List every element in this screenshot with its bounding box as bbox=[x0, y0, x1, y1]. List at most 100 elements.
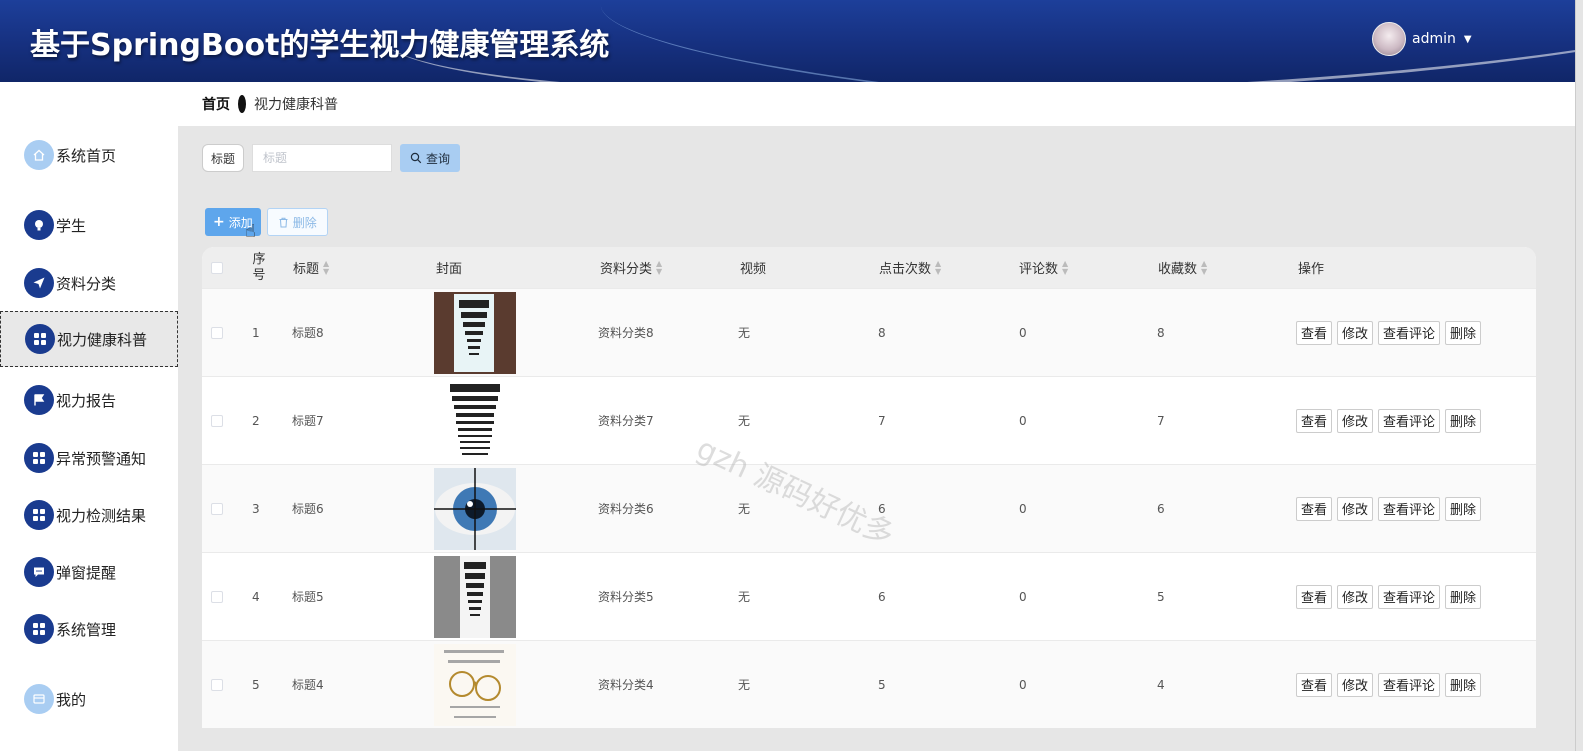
row-actions: 查看 修改 查看评论 删除 bbox=[1296, 289, 1486, 376]
sidebar-item-vision-science[interactable]: 视力健康科普 bbox=[0, 311, 178, 367]
search-input[interactable] bbox=[252, 144, 393, 172]
edit-button[interactable]: 修改 bbox=[1337, 672, 1374, 697]
header-clicks[interactable]: 点击次数 ▲ ▼ bbox=[879, 247, 941, 288]
sort-icon[interactable]: ▲ ▼ bbox=[935, 259, 941, 276]
row-comments: 0 bbox=[1019, 325, 1027, 340]
edit-button[interactable]: 修改 bbox=[1337, 320, 1374, 345]
row-favorites: 4 bbox=[1157, 677, 1165, 692]
row-actions: 查看 修改 查看评论 删除 bbox=[1296, 641, 1486, 728]
edit-button[interactable]: 修改 bbox=[1337, 408, 1374, 433]
row-checkbox[interactable] bbox=[211, 289, 223, 376]
row-checkbox[interactable] bbox=[211, 465, 223, 552]
breadcrumb: 首页 视力健康科普 bbox=[178, 82, 1575, 126]
view-comments-button[interactable]: 查看评论 bbox=[1378, 584, 1441, 609]
sidebar-item-vision-result[interactable]: 视力检测结果 bbox=[0, 487, 178, 543]
chevron-down-icon[interactable]: ▼ bbox=[1464, 34, 1472, 45]
query-button[interactable]: 查询 bbox=[400, 144, 461, 172]
header-favorites[interactable]: 收藏数 ▲ ▼ bbox=[1158, 247, 1207, 288]
view-button[interactable]: 查看 bbox=[1296, 496, 1333, 521]
row-title: 标题4 bbox=[292, 678, 324, 692]
user-menu[interactable]: admin ▼ bbox=[1372, 21, 1472, 57]
header-title[interactable]: 标题 ▲ ▼ bbox=[293, 247, 329, 288]
header-category[interactable]: 资料分类 ▲ ▼ bbox=[600, 247, 662, 288]
send-icon bbox=[24, 268, 54, 298]
sort-icon[interactable]: ▲ ▼ bbox=[323, 259, 329, 276]
row-index: 4 bbox=[252, 589, 260, 604]
sort-icon[interactable]: ▲ ▼ bbox=[1201, 259, 1207, 276]
row-checkbox[interactable] bbox=[211, 641, 223, 728]
row-cover bbox=[434, 377, 516, 464]
view-comments-button[interactable]: 查看评论 bbox=[1378, 496, 1441, 521]
view-comments-button[interactable]: 查看评论 bbox=[1378, 408, 1441, 433]
header-cover: 封面 bbox=[436, 262, 463, 277]
plus-icon: + bbox=[213, 214, 225, 230]
row-video: 无 bbox=[738, 502, 751, 516]
sidebar-item-material-category[interactable]: 资料分类 bbox=[0, 255, 178, 311]
sidebar-item-label: 系统管理 bbox=[56, 620, 117, 639]
table-row: 3 标题6 资料分类6 无 6 0 6 查看 修改 查看评论 删除 bbox=[202, 464, 1536, 552]
sidebar-item-popup-reminder[interactable]: 弹窗提醒 bbox=[0, 544, 178, 600]
row-category: 资料分类6 bbox=[598, 502, 654, 516]
view-comments-button[interactable]: 查看评论 bbox=[1378, 320, 1441, 345]
search-bar: 标题 查询 bbox=[202, 144, 461, 172]
edit-button[interactable]: 修改 bbox=[1337, 496, 1374, 521]
main-content: 标题 查询 + 添加 删除 ☝ 序号 标题▲▼ 封面 资料分类▲▼ 视频 点击次… bbox=[178, 126, 1575, 751]
row-cover bbox=[434, 465, 516, 552]
row-category: 资料分类7 bbox=[598, 414, 654, 428]
card-icon bbox=[24, 684, 54, 714]
home-icon bbox=[24, 140, 54, 170]
header-comments-label: 评论数 bbox=[1019, 262, 1059, 277]
sidebar-item-label: 异常预警通知 bbox=[56, 449, 147, 468]
row-checkbox[interactable] bbox=[211, 377, 223, 464]
header-category-label: 资料分类 bbox=[600, 262, 653, 277]
delete-button[interactable]: 删除 bbox=[1445, 584, 1482, 609]
view-button[interactable]: 查看 bbox=[1296, 320, 1333, 345]
view-button[interactable]: 查看 bbox=[1296, 672, 1333, 697]
table-row: 1 标题8 资料分类8 无 8 0 8 查看 修改 查看评论 删除 bbox=[202, 288, 1536, 376]
row-index: 1 bbox=[252, 325, 260, 340]
row-title: 标题5 bbox=[292, 590, 324, 604]
view-comments-button[interactable]: 查看评论 bbox=[1378, 672, 1441, 697]
sidebar-item-label: 弹窗提醒 bbox=[56, 563, 117, 582]
edit-button[interactable]: 修改 bbox=[1337, 584, 1374, 609]
sidebar-item-mine[interactable]: 我的 bbox=[0, 671, 178, 727]
hand-cursor-icon: ☝ bbox=[245, 221, 256, 242]
sidebar-item-abnormal-alert[interactable]: 异常预警通知 bbox=[0, 430, 178, 486]
delete-button[interactable]: 删除 bbox=[1445, 408, 1482, 433]
header-ops: 操作 bbox=[1298, 262, 1325, 277]
row-index: 2 bbox=[252, 413, 260, 428]
grid-icon bbox=[25, 324, 55, 354]
row-category: 资料分类8 bbox=[598, 326, 654, 340]
delete-button[interactable]: 删除 bbox=[1445, 496, 1482, 521]
sidebar-item-system-management[interactable]: 系统管理 bbox=[0, 601, 178, 657]
delete-button[interactable]: 删除 bbox=[1445, 320, 1482, 345]
delete-button[interactable]: 删除 bbox=[1445, 672, 1482, 697]
username[interactable]: admin bbox=[1412, 31, 1456, 47]
sidebar-item-student[interactable]: 学生 bbox=[0, 197, 178, 253]
batch-delete-label: 删除 bbox=[292, 215, 317, 230]
row-checkbox[interactable] bbox=[211, 553, 223, 640]
batch-delete-button[interactable]: 删除 bbox=[266, 208, 328, 236]
breadcrumb-home[interactable]: 首页 bbox=[202, 94, 230, 114]
sidebar-item-label: 我的 bbox=[56, 690, 87, 709]
breadcrumb-separator bbox=[238, 95, 246, 113]
flag-icon bbox=[24, 385, 54, 415]
row-comments: 0 bbox=[1019, 413, 1027, 428]
sidebar: 系统首页 学生 资料分类 视力健康科普 视力报告 异常预警通知 视力检测结果 弹… bbox=[0, 82, 178, 751]
sort-icon[interactable]: ▲ ▼ bbox=[656, 259, 662, 276]
row-video: 无 bbox=[738, 414, 751, 428]
view-button[interactable]: 查看 bbox=[1296, 408, 1333, 433]
sidebar-item-label: 视力健康科普 bbox=[57, 330, 148, 349]
sidebar-item-home[interactable]: 系统首页 bbox=[0, 127, 178, 183]
sort-icon[interactable]: ▲ ▼ bbox=[1062, 259, 1068, 276]
user-avatar[interactable] bbox=[1372, 22, 1406, 56]
window-scrollbar[interactable] bbox=[1575, 0, 1583, 751]
data-table: 序号 标题 ▲ ▼ 封面 资料分类 ▲ ▼ 视频 点击次数 ▲ ▼ 评论数 ▲ ▼ 收藏数 ▲ ▼ … bbox=[202, 247, 1536, 728]
header-comments[interactable]: 评论数 ▲ ▼ bbox=[1019, 247, 1068, 288]
row-comments: 0 bbox=[1019, 589, 1027, 604]
row-clicks: 6 bbox=[878, 501, 886, 516]
row-actions: 查看 修改 查看评论 删除 bbox=[1296, 553, 1486, 640]
select-all-checkbox[interactable] bbox=[211, 247, 223, 288]
view-button[interactable]: 查看 bbox=[1296, 584, 1333, 609]
sidebar-item-vision-report[interactable]: 视力报告 bbox=[0, 372, 178, 428]
